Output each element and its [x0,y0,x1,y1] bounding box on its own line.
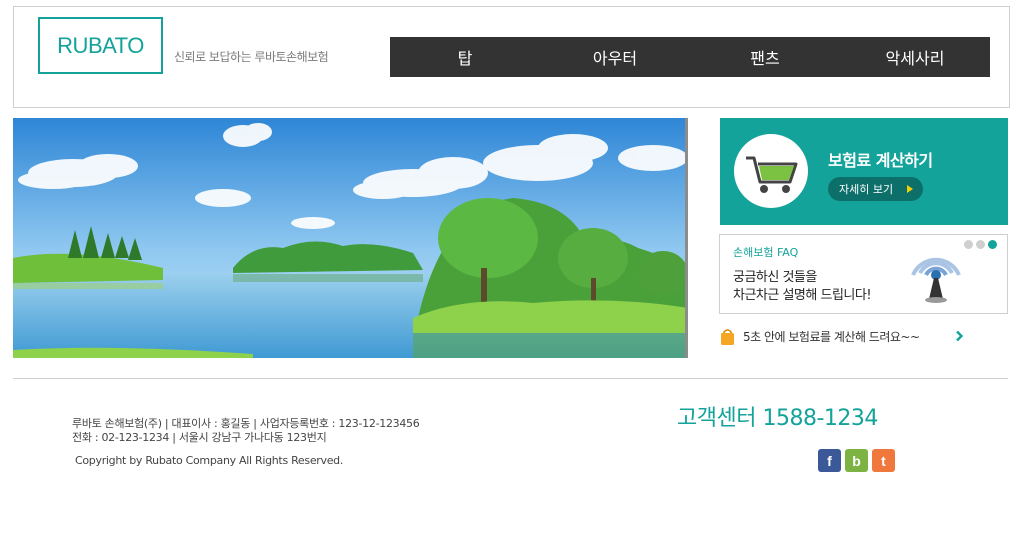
faq-panel[interactable]: 손해보험 FAQ 궁금하신 것들을 차근차근 설명해 드립니다! [719,234,1008,314]
logo[interactable]: RUBATO [38,17,163,74]
header: RUBATO 신뢰로 보답하는 루바토손해보험 탑 아우터 팬츠 악세사리 [13,6,1010,108]
quick-calc-link[interactable]: 5초 안에 보험료를 계산해 드려요~~ [720,325,970,347]
slogan: 신뢰로 보답하는 루바토손해보험 [174,50,329,64]
nav-item-pants[interactable]: 팬츠 [690,37,840,77]
blog-icon[interactable]: b [845,449,868,472]
nav-item-accessories[interactable]: 악세사리 [840,37,990,77]
main-nav: 탑 아우터 팬츠 악세사리 [390,37,990,77]
signal-tower-icon [908,245,964,305]
footer-divider [13,378,1008,379]
faq-text-line2: 차근차근 설명해 드립니다! [733,288,872,303]
lake-landscape-image [13,118,685,358]
copyright: Copyright by Rubato Company All Rights R… [75,454,344,467]
facebook-icon[interactable]: f [818,449,841,472]
faq-text-line1: 궁금하신 것들을 [733,270,817,285]
nav-item-top[interactable]: 탑 [390,37,540,77]
quick-calc-text: 5초 안에 보험료를 계산해 드려요~~ [743,329,920,344]
faq-page-dot-2[interactable] [976,240,985,249]
play-arrow-icon [907,185,914,193]
details-button-label: 자세히 보기 [839,183,894,196]
faq-page-dot-3[interactable] [988,240,997,249]
twitter-icon[interactable]: t [872,449,895,472]
faq-page-dot-1[interactable] [964,240,973,249]
page: RUBATO 신뢰로 보답하는 루바토손해보험 탑 아우터 팬츠 악세사리 보험… [0,0,1027,547]
promo-title: 보험료 계산하기 [828,151,933,170]
hero-banner [13,118,688,358]
shopping-cart-icon [734,134,808,208]
faq-title: 손해보험 FAQ [733,246,799,259]
nav-item-outer[interactable]: 아우터 [540,37,690,77]
details-button[interactable]: 자세히 보기 [828,177,923,201]
logo-text: RUBATO [57,32,144,58]
company-address: 전화 : 02-123-1234 | 서울시 강남구 가나다동 123번지 [72,431,327,444]
premium-calculator-banner[interactable]: 보험료 계산하기 자세히 보기 [720,118,1008,225]
social-links: f b t [818,449,895,472]
faq-pagination [964,240,997,249]
chevron-right-icon [956,330,964,342]
shopping-bag-icon [721,328,734,345]
customer-center-phone: 고객센터 1588-1234 [677,406,878,431]
